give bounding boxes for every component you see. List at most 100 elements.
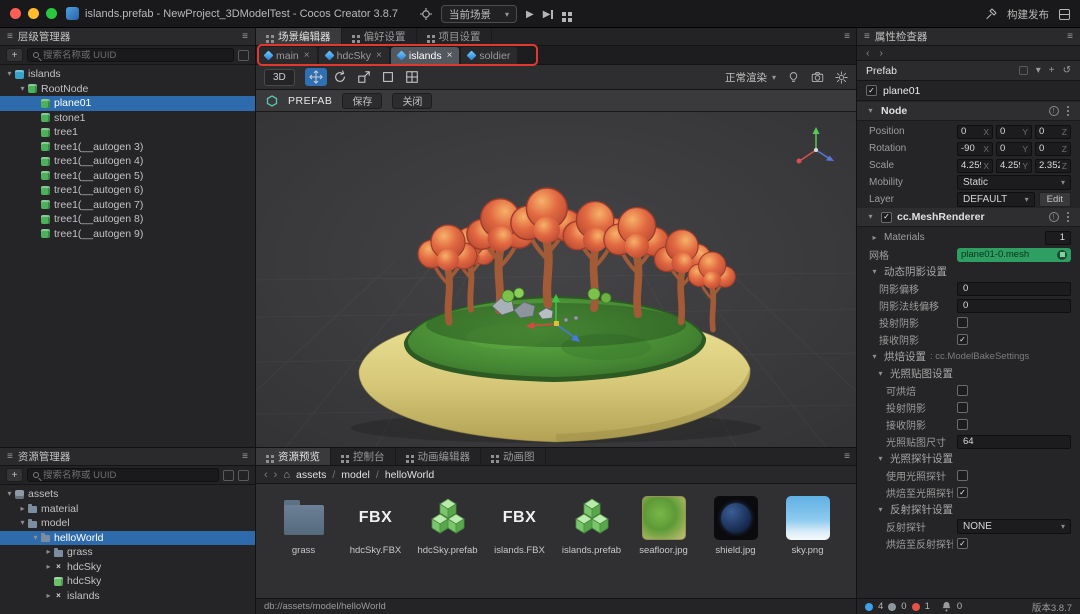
hierarchy-item-tree1-__autogen-3[interactable]: tree1(__autogen 3)	[0, 140, 255, 155]
help-icon[interactable]	[1048, 106, 1059, 116]
mobility-select[interactable]: Static	[957, 175, 1071, 190]
asset-grass[interactable]: grass	[270, 494, 337, 596]
more-icon[interactable]	[1066, 215, 1069, 219]
back-icon[interactable]	[264, 469, 268, 481]
window-minimize-button[interactable]	[28, 8, 39, 19]
caret-expanded-icon[interactable]	[30, 534, 41, 542]
hierarchy-item-tree1-__autogen-9[interactable]: tree1(__autogen 9)	[0, 227, 255, 242]
rect-tool-icon[interactable]	[377, 68, 399, 86]
hierarchy-item-tree1-__autogen-6[interactable]: tree1(__autogen 6)	[0, 183, 255, 198]
caret-expanded-icon[interactable]	[4, 490, 15, 498]
use-light-probe-checkbox[interactable]	[957, 470, 968, 481]
scene-tab-main[interactable]: main	[258, 47, 317, 64]
menu-icon[interactable]	[844, 451, 850, 462]
asset-hdcSky-FBX[interactable]: FBX hdcSky.FBX	[342, 494, 409, 596]
shadow-bias-field[interactable]: 0	[957, 281, 1071, 296]
hierarchy-item-stone1[interactable]: stone1	[0, 111, 255, 126]
assets-item-hdcSky[interactable]: hdcSky	[0, 560, 255, 575]
menu-icon[interactable]	[242, 451, 248, 462]
caret-expanded-icon[interactable]	[865, 107, 876, 115]
bake-to-reflection-probe-checkbox[interactable]	[957, 538, 968, 549]
hierarchy-item-plane01[interactable]: plane01	[0, 96, 255, 111]
scale-tool-icon[interactable]	[353, 68, 375, 86]
scale-z-field[interactable]: 2.3524Z	[1035, 158, 1071, 173]
home-icon[interactable]	[283, 469, 290, 481]
build-publish-button[interactable]: 构建发布	[1007, 7, 1049, 22]
scale-y-field[interactable]: 4.2596Y	[996, 158, 1032, 173]
create-asset-button[interactable]	[6, 468, 23, 482]
caret-expanded-icon[interactable]	[875, 506, 886, 514]
asset-shield-jpg[interactable]: shield.jpg	[702, 494, 769, 596]
dynamic-shadow-section[interactable]: 动态阴影设置	[857, 263, 1080, 280]
package-icon[interactable]	[1059, 8, 1070, 20]
target-icon[interactable]	[420, 8, 432, 20]
rotation-y-field[interactable]: 0Y	[996, 141, 1032, 156]
close-tab-icon[interactable]	[447, 50, 453, 61]
hierarchy-item-tree1-__autogen-7[interactable]: tree1(__autogen 7)	[0, 198, 255, 213]
layout-grid-icon[interactable]	[562, 12, 567, 16]
asset-islands-FBX[interactable]: FBX islands.FBX	[486, 494, 553, 596]
menu-icon[interactable]	[844, 31, 850, 42]
scene-tab-hdcSky[interactable]: hdcSky	[318, 47, 389, 64]
current-scene-select[interactable]: 当前场景	[441, 5, 518, 23]
prefab-open-icon[interactable]	[1018, 66, 1028, 75]
breadcrumb-segment[interactable]: model	[341, 469, 370, 481]
hierarchy-search-input[interactable]	[43, 49, 228, 61]
info-count-icon[interactable]	[865, 602, 873, 611]
tab-assets-preview[interactable]: 资源预览	[256, 448, 331, 465]
asset-seafloor-jpg[interactable]: seafloor.jpg	[630, 494, 697, 596]
assets-item-assets[interactable]: assets	[0, 487, 255, 502]
tab-animation-graph[interactable]: 动画图	[481, 448, 546, 465]
node-section-header[interactable]: Node	[857, 102, 1080, 121]
caret-collapsed-icon[interactable]	[43, 548, 54, 556]
scale-x-field[interactable]: 4.2596X	[957, 158, 993, 173]
window-close-button[interactable]	[10, 8, 21, 19]
mesh-asset-chip[interactable]: plane01-0.mesh	[957, 247, 1071, 262]
cast-shadow-checkbox[interactable]	[957, 317, 968, 328]
hierarchy-item-tree1-__autogen-5[interactable]: tree1(__autogen 5)	[0, 169, 255, 184]
meshrenderer-section-header[interactable]: cc.MeshRenderer	[857, 208, 1080, 227]
step-frame-button[interactable]	[543, 9, 554, 20]
assets-item-grass[interactable]: grass	[0, 545, 255, 560]
collapse-all-icon[interactable]	[238, 469, 249, 481]
hierarchy-item-tree1-__autogen-8[interactable]: tree1(__autogen 8)	[0, 212, 255, 227]
error-count-icon[interactable]	[911, 602, 920, 611]
menu-icon[interactable]	[242, 31, 248, 42]
refresh-icon[interactable]	[223, 469, 234, 481]
scene-tab-soldier[interactable]: soldier	[461, 47, 518, 64]
reset-icon[interactable]	[1063, 65, 1071, 76]
tab-animation-editor[interactable]: 动画编辑器	[396, 448, 481, 465]
assets-item-model[interactable]: model	[0, 516, 255, 531]
assets-search-input[interactable]	[43, 469, 213, 481]
camera-icon[interactable]	[811, 71, 824, 84]
caret-collapsed-icon[interactable]	[43, 563, 54, 571]
history-back-icon[interactable]	[866, 47, 870, 59]
bake-to-light-probe-checkbox[interactable]	[957, 487, 968, 498]
hierarchy-item-tree1-__autogen-4[interactable]: tree1(__autogen 4)	[0, 154, 255, 169]
reflection-probe-section[interactable]: 反射探针设置	[857, 501, 1080, 518]
close-tab-icon[interactable]	[376, 50, 382, 61]
materials-count-field[interactable]: 1	[1045, 230, 1071, 245]
bake-settings-section[interactable]: 烘焙设置 : cc.ModelBakeSettings	[857, 348, 1080, 365]
warn-count-icon[interactable]	[888, 602, 897, 611]
node-active-checkbox[interactable]	[866, 85, 877, 96]
hierarchy-item-islands[interactable]: islands	[0, 67, 255, 82]
assets-item-material[interactable]: material	[0, 502, 255, 517]
caret-expanded-icon[interactable]	[875, 455, 886, 463]
tab-project-settings[interactable]: 项目设置	[417, 28, 492, 45]
caret-expanded-icon[interactable]	[865, 213, 876, 221]
breadcrumb-segment[interactable]: assets	[296, 469, 326, 481]
more-icon[interactable]	[1066, 109, 1069, 113]
help-icon[interactable]	[1048, 212, 1059, 222]
layer-select[interactable]: DEFAULT	[957, 192, 1035, 207]
dimension-toggle-button[interactable]: 3D	[264, 68, 295, 86]
move-tool-icon[interactable]	[304, 68, 327, 86]
forward-icon[interactable]	[274, 469, 278, 481]
position-z-field[interactable]: 0Z	[1035, 124, 1071, 139]
layer-edit-button[interactable]: Edit	[1038, 192, 1071, 207]
chevron-down-icon[interactable]	[1036, 65, 1041, 76]
caret-expanded-icon[interactable]	[17, 85, 28, 93]
tab-preferences[interactable]: 偏好设置	[342, 28, 417, 45]
hierarchy-item-RootNode[interactable]: RootNode	[0, 82, 255, 97]
caret-expanded-icon[interactable]	[17, 519, 28, 527]
